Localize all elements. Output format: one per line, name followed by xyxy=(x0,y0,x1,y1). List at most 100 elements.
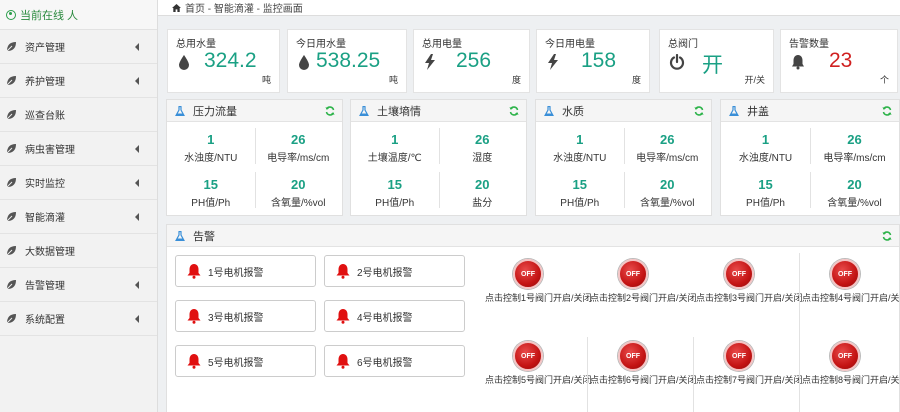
valve-control-label[interactable]: 点击控制2号阀门开启/关闭 xyxy=(590,293,698,304)
sidebar-item-patrol[interactable]: 巡查台账 xyxy=(0,98,157,132)
flask-icon xyxy=(359,105,369,116)
stat-value: 158 xyxy=(581,49,617,72)
breadcrumb-text[interactable]: 首页 - 智能滴灌 - 监控画面 xyxy=(185,0,303,15)
motor-alarm-button-6[interactable]: 6号电机报警 xyxy=(324,345,465,377)
panel-soil-moisture: 土壤墒情 1 土壤温度/℃ 26 湿度 15 PH值/Ph 20 盐分 xyxy=(350,99,527,216)
metric-value: 26 xyxy=(847,132,862,147)
power-icon[interactable] xyxy=(669,54,685,70)
panel-manhole-cover: 井盖 1 水浊度/NTU 26 电导率/ms/cm 15 PH值/Ph 20 含氧量/%vol xyxy=(720,99,900,216)
valve-control-label[interactable]: 点击控制1号阀门开启/关闭 xyxy=(485,293,593,304)
stat-unit: 个 xyxy=(879,75,889,85)
metric-item: 26 电导率/ms/cm xyxy=(624,132,712,164)
flask-icon xyxy=(175,230,185,241)
valve-control-label[interactable]: 点击控制8号阀门开启/关闭 xyxy=(802,375,900,386)
valve-control-label[interactable]: 点击控制3号阀门开启/关闭 xyxy=(696,293,804,304)
sidebar-item-pest[interactable]: 病虫害管理 xyxy=(0,132,157,166)
leaf-icon xyxy=(6,76,16,86)
metric-label: 电导率/ms/cm xyxy=(636,153,699,164)
metric-value: 15 xyxy=(758,177,773,192)
sidebar-item-label: 系统配置 xyxy=(25,315,65,326)
sidebar-item-maintenance[interactable]: 养护管理 xyxy=(0,64,157,98)
metric-value: 15 xyxy=(572,177,587,192)
alarm-bell-icon xyxy=(187,264,201,279)
metric-value: 15 xyxy=(203,177,218,192)
motor-alarm-label: 5号电机报警 xyxy=(208,357,264,369)
metric-label: 水浊度/NTU xyxy=(553,153,607,164)
sidebar: 当前在线 人 资产管理养护管理巡查台账病虫害管理 实时监控智能滴灌大数据管理告警管… xyxy=(0,0,158,412)
caret-left-icon xyxy=(135,281,139,289)
valve-control-label[interactable]: 点击控制4号阀门开启/关闭 xyxy=(802,293,900,304)
water-drop-icon xyxy=(179,55,189,70)
valve-off-button[interactable]: OFF xyxy=(724,341,754,371)
metric-label: PH值/Ph xyxy=(191,198,231,209)
bell-icon xyxy=(792,55,804,70)
stat-label: 总用电量 xyxy=(422,39,462,50)
water-drop-icon xyxy=(299,55,309,70)
panel-header: 压力流量 xyxy=(167,100,342,122)
valve-off-button[interactable]: OFF xyxy=(724,259,754,289)
metric-grid: 1 水浊度/NTU 26 电导率/ms/cm 15 PH值/Ph 20 含氧量/%vol xyxy=(536,122,711,214)
valve-off-button[interactable]: OFF xyxy=(513,259,543,289)
valve-control-1: OFF 点击控制1号阀门开启/关闭 xyxy=(485,259,592,304)
sidebar-item-irrigation[interactable]: 智能滴灌 xyxy=(0,200,157,234)
motor-alarm-button-2[interactable]: 2号电机报警 xyxy=(324,255,465,287)
sidebar-item-alarm[interactable]: 告警管理 xyxy=(0,268,157,302)
sidebar-item-asset[interactable]: 资产管理 xyxy=(0,30,157,64)
stat-value: 538.25 xyxy=(316,49,381,72)
motor-alarm-button-1[interactable]: 1号电机报警 xyxy=(175,255,316,287)
metric-value: 20 xyxy=(847,177,862,192)
alarm-bell-icon xyxy=(336,264,350,279)
online-user-status: 当前在线 人 xyxy=(0,0,157,30)
valve-control-label[interactable]: 点击控制6号阀门开启/关闭 xyxy=(590,375,698,386)
valve-control-5: OFF 点击控制5号阀门开启/关闭 xyxy=(485,341,592,386)
metric-label: 含氧量/%vol xyxy=(640,198,695,209)
valve-off-button[interactable]: OFF xyxy=(618,341,648,371)
metric-grid: 1 水浊度/NTU 26 电导率/ms/cm 15 PH值/Ph 20 含氧量/%vol xyxy=(167,122,342,214)
refresh-icon[interactable] xyxy=(882,106,892,116)
breadcrumb: 首页 - 智能滴灌 - 监控画面 xyxy=(158,0,900,16)
leaf-icon xyxy=(6,144,16,154)
flask-icon xyxy=(175,105,185,116)
valve-control-label[interactable]: 点击控制5号阀门开启/关闭 xyxy=(485,375,593,386)
sidebar-item-label: 资产管理 xyxy=(25,43,65,54)
stat-label: 今日用电量 xyxy=(545,39,595,50)
sidebar-item-bigdata[interactable]: 大数据管理 xyxy=(0,234,157,268)
motor-alarm-label: 1号电机报警 xyxy=(208,267,264,279)
metric-item: 1 土壤温度/℃ xyxy=(351,132,439,164)
panel-title: 井盖 xyxy=(747,105,769,118)
refresh-icon[interactable] xyxy=(325,106,335,116)
motor-alarm-button-5[interactable]: 5号电机报警 xyxy=(175,345,316,377)
metric-item: 15 PH值/Ph xyxy=(351,177,439,209)
metric-item: 20 含氧量/%vol xyxy=(255,177,343,209)
sidebar-item-label: 大数据管理 xyxy=(25,247,75,258)
sidebar-item-monitor[interactable]: 实时监控 xyxy=(0,166,157,200)
metric-grid: 1 水浊度/NTU 26 电导率/ms/cm 15 PH值/Ph 20 含氧量/%vol xyxy=(721,122,899,214)
valve-off-button[interactable]: OFF xyxy=(618,259,648,289)
leaf-icon xyxy=(6,280,16,290)
valve-off-button[interactable]: OFF xyxy=(830,341,860,371)
motor-alarm-button-4[interactable]: 4号电机报警 xyxy=(324,300,465,332)
valve-control-3: OFF 点击控制3号阀门开启/关闭 xyxy=(696,259,803,304)
caret-left-icon xyxy=(135,43,139,51)
stat-label: 总阀门 xyxy=(668,39,698,50)
valve-control-label[interactable]: 点击控制7号阀门开启/关闭 xyxy=(696,375,804,386)
refresh-icon[interactable] xyxy=(509,106,519,116)
stat-label: 总用水量 xyxy=(176,39,216,50)
valve-control-4: OFF 点击控制4号阀门开启/关闭 xyxy=(802,259,900,304)
home-icon[interactable] xyxy=(172,3,181,12)
alarm-bell-icon xyxy=(187,309,201,324)
valve-off-button[interactable]: OFF xyxy=(513,341,543,371)
refresh-icon[interactable] xyxy=(694,106,704,116)
leaf-icon xyxy=(6,314,16,324)
sidebar-item-system[interactable]: 系统配置 xyxy=(0,302,157,336)
sidebar-item-label: 养护管理 xyxy=(25,77,65,88)
caret-left-icon xyxy=(135,77,139,85)
motor-alarm-button-3[interactable]: 3号电机报警 xyxy=(175,300,316,332)
leaf-icon xyxy=(6,110,16,120)
leaf-icon xyxy=(6,246,16,256)
refresh-icon[interactable] xyxy=(882,231,892,241)
valve-off-button[interactable]: OFF xyxy=(830,259,860,289)
sidebar-item-label: 智能滴灌 xyxy=(25,213,65,224)
sidebar-item-label: 巡查台账 xyxy=(25,111,65,122)
stat-card-valves: 总阀门 开 开/关 xyxy=(659,29,774,93)
